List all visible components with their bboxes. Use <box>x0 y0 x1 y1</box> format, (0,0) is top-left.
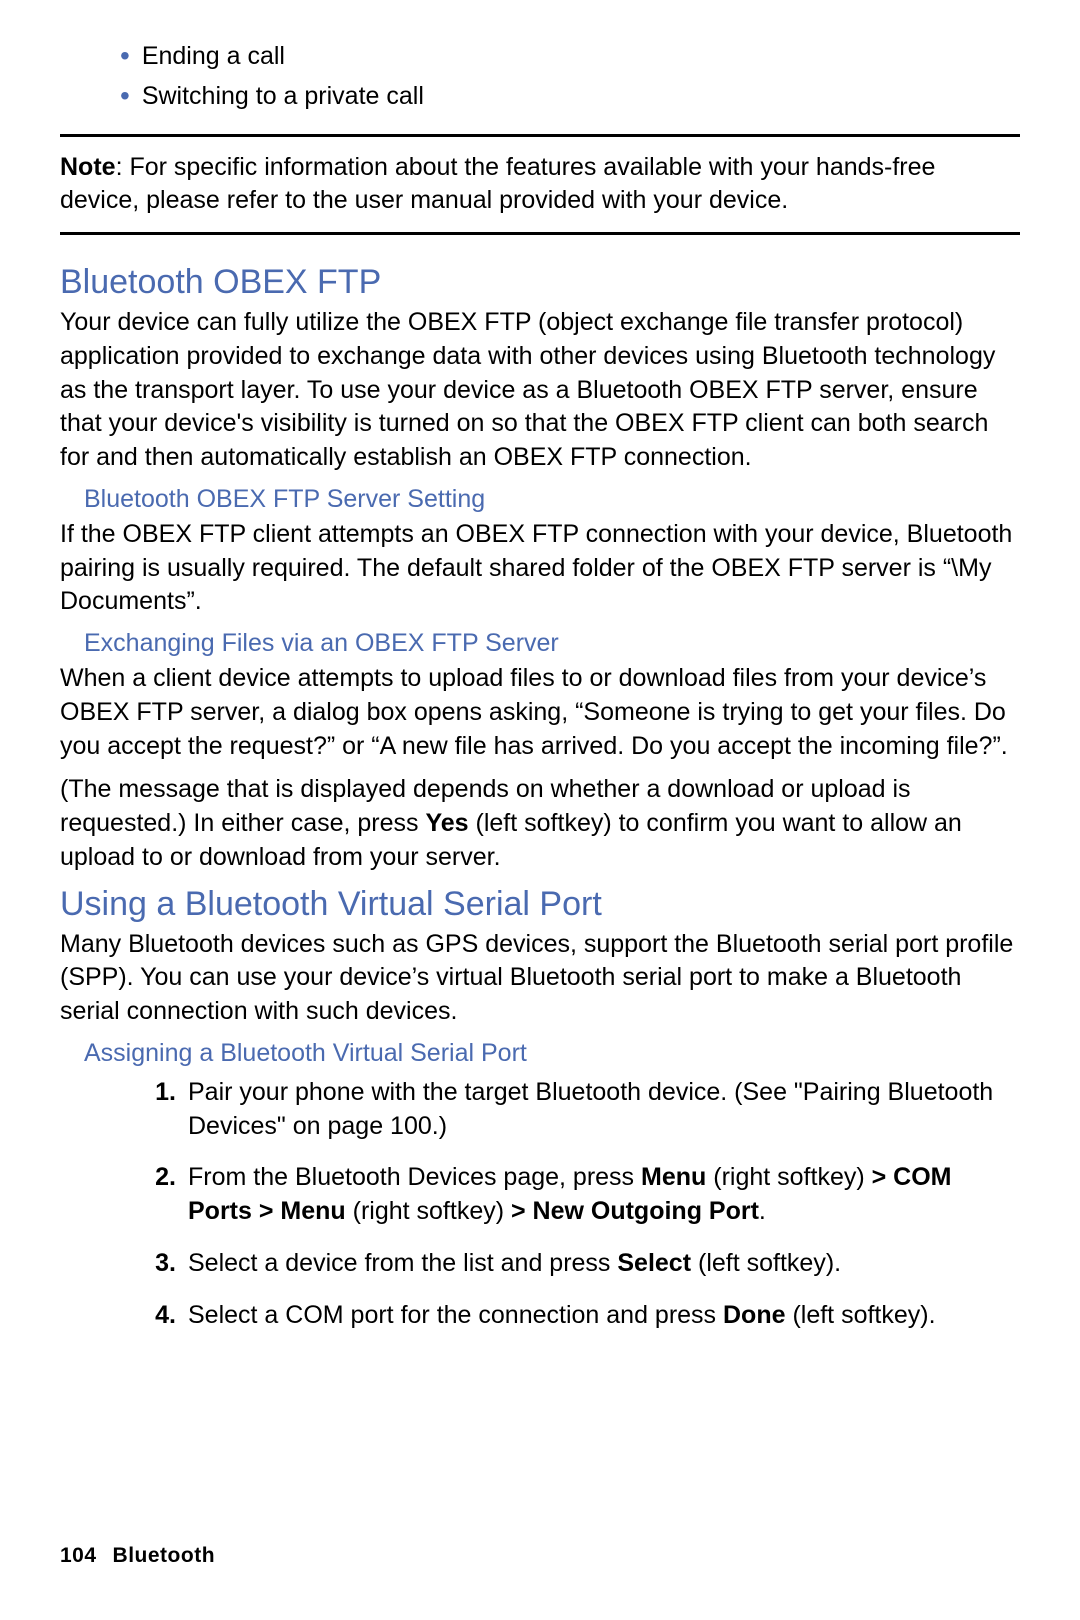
text-fragment: (left softkey). <box>786 1301 936 1329</box>
sub-heading-assigning-port: Assigning a Bluetooth Virtual Serial Por… <box>84 1039 1020 1068</box>
bold-text: Menu <box>641 1163 706 1191</box>
bold-text: Done <box>723 1301 786 1329</box>
sub-heading-server-setting: Bluetooth OBEX FTP Server Setting <box>84 485 1020 514</box>
note-text: : For specific information about the fea… <box>60 153 935 215</box>
body-text: (The message that is displayed depends o… <box>60 773 1020 874</box>
body-text: If the OBEX FTP client attempts an OBEX … <box>60 518 1020 619</box>
text-fragment: Select a device from the list and press <box>188 1249 617 1277</box>
text-fragment: . <box>759 1197 766 1225</box>
bullet-item: • Switching to a private call <box>120 80 1020 114</box>
note-label: Note <box>60 153 116 181</box>
step-number: 3. <box>140 1247 176 1281</box>
page-number: 104 <box>60 1544 97 1567</box>
section-heading-virtual-serial: Using a Bluetooth Virtual Serial Port <box>60 885 1020 924</box>
text-fragment: (right softkey) <box>346 1197 511 1225</box>
bullet-list: • Ending a call • Switching to a private… <box>120 40 1020 114</box>
step-number: 4. <box>140 1299 176 1333</box>
section-heading-obex: Bluetooth OBEX FTP <box>60 263 1020 302</box>
text-fragment: Select a COM port for the connection and… <box>188 1301 723 1329</box>
note-block: Note: For specific information about the… <box>60 134 1020 236</box>
step-text: Pair your phone with the target Bluetoot… <box>188 1076 1020 1144</box>
numbered-list: 1. Pair your phone with the target Bluet… <box>140 1076 1020 1333</box>
step-text: Select a COM port for the connection and… <box>188 1299 936 1333</box>
step-number: 2. <box>140 1161 176 1195</box>
bold-text: > New Outgoing Port <box>511 1197 759 1225</box>
body-text: When a client device attempts to upload … <box>60 662 1020 763</box>
text-fragment: (right softkey) <box>706 1163 871 1191</box>
bold-text: Select <box>617 1249 691 1277</box>
bullet-icon: • <box>120 82 130 110</box>
list-item: 2. From the Bluetooth Devices page, pres… <box>140 1161 1020 1229</box>
footer: 104 Bluetooth <box>60 1544 215 1568</box>
bullet-text: Ending a call <box>142 40 285 74</box>
bullet-icon: • <box>120 42 130 70</box>
list-item: 1. Pair your phone with the target Bluet… <box>140 1076 1020 1144</box>
step-number: 1. <box>140 1076 176 1110</box>
step-text: Select a device from the list and press … <box>188 1247 841 1281</box>
footer-section: Bluetooth <box>113 1544 215 1567</box>
list-item: 3. Select a device from the list and pre… <box>140 1247 1020 1281</box>
body-text: Your device can fully utilize the OBEX F… <box>60 306 1020 475</box>
body-text: Many Bluetooth devices such as GPS devic… <box>60 928 1020 1029</box>
sub-heading-exchanging-files: Exchanging Files via an OBEX FTP Server <box>84 629 1020 658</box>
text-fragment: (left softkey). <box>691 1249 841 1277</box>
text-fragment: From the Bluetooth Devices page, press <box>188 1163 641 1191</box>
list-item: 4. Select a COM port for the connection … <box>140 1299 1020 1333</box>
bullet-item: • Ending a call <box>120 40 1020 74</box>
bullet-text: Switching to a private call <box>142 80 424 114</box>
step-text: From the Bluetooth Devices page, press M… <box>188 1161 1020 1229</box>
bold-text: Yes <box>425 809 468 837</box>
